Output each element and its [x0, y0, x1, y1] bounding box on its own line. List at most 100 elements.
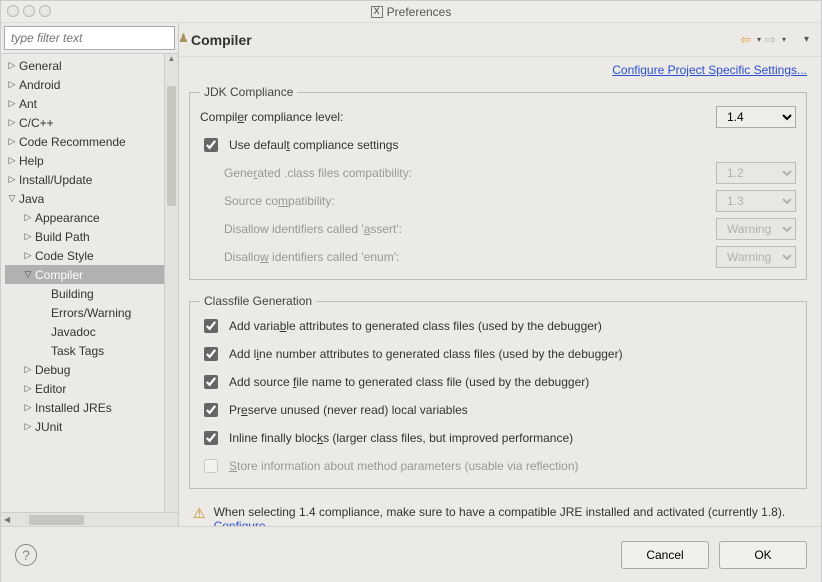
tree-label: C/C++ — [19, 116, 54, 130]
jdk-legend: JDK Compliance — [200, 85, 297, 99]
generated-combo: 1.2 — [716, 162, 796, 184]
tree-item-code-style[interactable]: ▷Code Style — [5, 246, 164, 265]
classfile-group: Classfile Generation Add variable attrib… — [189, 294, 807, 489]
tree-label: Debug — [35, 363, 70, 377]
expand-icon[interactable]: ▽ — [21, 269, 35, 280]
tree-label: General — [19, 59, 62, 73]
expand-icon[interactable]: ▷ — [5, 98, 19, 109]
expand-icon[interactable]: ▷ — [5, 136, 19, 147]
use-default-checkbox[interactable] — [204, 138, 218, 152]
expand-icon[interactable]: ▷ — [21, 231, 35, 242]
jdk-compliance-group: JDK Compliance Compiler compliance level… — [189, 85, 807, 280]
configure-project-link[interactable]: Configure Project Specific Settings... — [612, 63, 807, 77]
expand-icon[interactable]: ▽ — [5, 193, 19, 204]
tree-item-appearance[interactable]: ▷Appearance — [5, 208, 164, 227]
tree-label: Ant — [19, 97, 37, 111]
source-combo: 1.3 — [716, 190, 796, 212]
window-controls — [7, 5, 51, 17]
tree-item-debug[interactable]: ▷Debug — [5, 360, 164, 379]
cf-preserve-unused-checkbox[interactable] — [204, 403, 218, 417]
tree-label: Android — [19, 78, 60, 92]
tree-label: Compiler — [35, 268, 83, 282]
tree-item-code-recommende[interactable]: ▷Code Recommende — [5, 132, 164, 151]
cf-line-numbers-checkbox[interactable] — [204, 347, 218, 361]
classfile-legend: Classfile Generation — [200, 294, 316, 308]
source-label: Source compatibility: — [224, 194, 710, 208]
expand-icon[interactable]: ▷ — [21, 364, 35, 375]
tree-label: Appearance — [35, 211, 100, 225]
enum-label: Disallow identifiers called 'enum': — [224, 250, 710, 264]
tree-item-general[interactable]: ▷General — [5, 56, 164, 75]
tree-label: Install/Update — [19, 173, 92, 187]
filter-input[interactable] — [4, 26, 175, 50]
back-menu-icon[interactable]: ▾ — [757, 35, 761, 44]
tree-item-c-c-[interactable]: ▷C/C++ — [5, 113, 164, 132]
cf-inline-finally-checkbox[interactable] — [204, 431, 218, 445]
dialog-footer: ? Cancel OK — [1, 526, 821, 582]
compliance-level-combo[interactable]: 1.4 — [716, 106, 796, 128]
close-window-button[interactable] — [7, 5, 19, 17]
sidebar: ♟ ▷General▷Android▷Ant▷C/C++▷Code Recomm… — [1, 23, 179, 526]
tree-item-task-tags[interactable]: Task Tags — [5, 341, 164, 360]
expand-icon[interactable]: ▷ — [5, 60, 19, 71]
window-title: Preferences — [387, 5, 452, 19]
tree-scrollbar-v[interactable]: ▲ — [164, 54, 178, 512]
content-pane: Compiler ⇦ ▾ ⇨ ▾ ▾ Configure Project Spe… — [179, 23, 821, 526]
tree-item-build-path[interactable]: ▷Build Path — [5, 227, 164, 246]
cancel-button[interactable]: Cancel — [621, 541, 709, 569]
expand-icon[interactable]: ▷ — [21, 212, 35, 223]
configure-jre-link[interactable]: Configure... — [214, 519, 276, 526]
expand-icon[interactable]: ▷ — [5, 117, 19, 128]
enum-combo: Warning — [716, 246, 796, 268]
help-icon[interactable]: ? — [15, 544, 37, 566]
tree-item-errors-warning[interactable]: Errors/Warning — [5, 303, 164, 322]
tree-item-android[interactable]: ▷Android — [5, 75, 164, 94]
tree-label: JUnit — [35, 420, 62, 434]
view-menu-icon[interactable]: ▾ — [804, 34, 809, 45]
warning-icon: ⚠ — [193, 505, 206, 522]
minimize-window-button[interactable] — [23, 5, 35, 17]
expand-icon[interactable]: ▷ — [5, 155, 19, 166]
use-default-label: Use default compliance settings — [229, 138, 398, 152]
tree-item-editor[interactable]: ▷Editor — [5, 379, 164, 398]
tree-label: Code Style — [35, 249, 94, 263]
tree-item-junit[interactable]: ▷JUnit — [5, 417, 164, 436]
expand-icon[interactable]: ▷ — [21, 250, 35, 261]
generated-label: Generated .class files compatibility: — [224, 166, 710, 180]
tree-scrollbar-h[interactable]: ◀ — [1, 512, 178, 526]
tree-item-javadoc[interactable]: Javadoc — [5, 322, 164, 341]
tree-item-ant[interactable]: ▷Ant — [5, 94, 164, 113]
expand-icon[interactable]: ▷ — [5, 174, 19, 185]
expand-icon[interactable]: ▷ — [21, 402, 35, 413]
warning-text: When selecting 1.4 compliance, make sure… — [214, 505, 786, 519]
tree-item-java[interactable]: ▽Java — [5, 189, 164, 208]
ok-button[interactable]: OK — [719, 541, 807, 569]
assert-combo: Warning — [716, 218, 796, 240]
preferences-tree[interactable]: ▷General▷Android▷Ant▷C/C++▷Code Recommen… — [1, 54, 164, 512]
cf-source-file-checkbox[interactable] — [204, 375, 218, 389]
expand-icon[interactable]: ▷ — [21, 421, 35, 432]
filter-row: ♟ — [1, 23, 178, 54]
tree-item-install-update[interactable]: ▷Install/Update — [5, 170, 164, 189]
cf-method-params-checkbox — [204, 459, 218, 473]
tree-item-building[interactable]: Building — [5, 284, 164, 303]
tree-label: Code Recommende — [19, 135, 126, 149]
assert-label: Disallow identifiers called 'assert': — [224, 222, 710, 236]
app-icon: X — [371, 6, 383, 18]
tree-label: Building — [51, 287, 94, 301]
tree-label: Task Tags — [51, 344, 104, 358]
cf-variable-attrs-checkbox[interactable] — [204, 319, 218, 333]
maximize-window-button[interactable] — [39, 5, 51, 17]
expand-icon[interactable]: ▷ — [21, 383, 35, 394]
page-title: Compiler — [191, 32, 740, 48]
compliance-level-label: Compiler compliance level: — [200, 110, 710, 124]
tree-label: Help — [19, 154, 44, 168]
tree-item-compiler[interactable]: ▽Compiler — [5, 265, 164, 284]
tree-item-help[interactable]: ▷Help — [5, 151, 164, 170]
tree-label: Installed JREs — [35, 401, 112, 415]
forward-icon: ⇨ — [765, 32, 776, 48]
expand-icon[interactable]: ▷ — [5, 79, 19, 90]
back-icon[interactable]: ⇦ — [740, 32, 751, 48]
tree-item-installed-jres[interactable]: ▷Installed JREs — [5, 398, 164, 417]
forward-menu-icon[interactable]: ▾ — [782, 35, 786, 44]
